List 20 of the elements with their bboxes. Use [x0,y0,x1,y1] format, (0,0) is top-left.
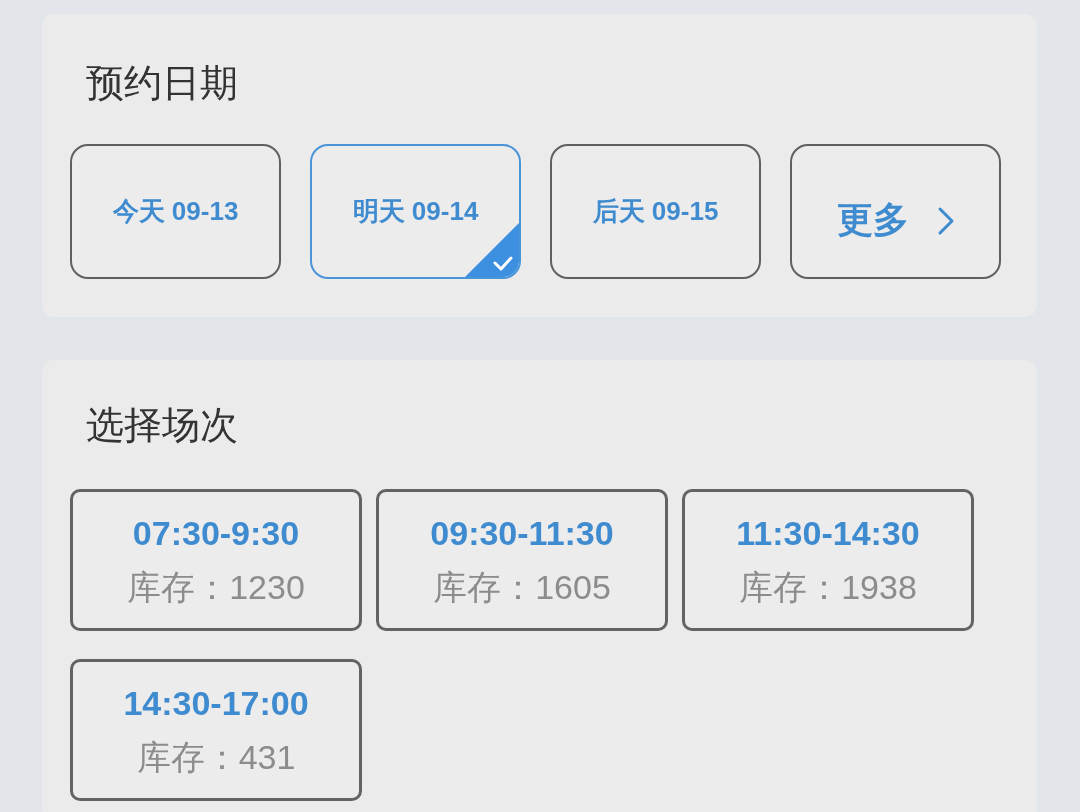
date-option[interactable]: 今天 09-13 [70,144,281,279]
session-time: 07:30-9:30 [132,513,300,553]
session-time: 11:30-14:30 [736,513,920,553]
check-icon [465,223,519,277]
stock-count: 库存：1605 [433,567,611,607]
session-time: 09:30-11:30 [430,513,614,553]
date-option[interactable]: 明天 09-14 [310,144,521,279]
session-option[interactable]: 11:30-14:30 库存：1938 [682,489,974,631]
stock-count: 库存：431 [136,737,296,777]
chevron-right-icon [936,205,955,236]
date-option[interactable]: 后天 09-15 [550,144,761,279]
more-dates-button[interactable]: 更多 [790,144,1001,279]
session-option[interactable]: 14:30-17:00 库存：431 [70,659,362,801]
session-option[interactable]: 09:30-11:30 库存：1605 [376,489,668,631]
session-option[interactable]: 07:30-9:30 库存：1230 [70,489,362,631]
stock-count: 库存：1938 [739,567,917,607]
stock-count: 库存：1230 [127,567,305,607]
session-time: 14:30-17:00 [123,683,309,723]
section-title: 选择场次 [86,403,238,448]
section-title: 预约日期 [86,61,238,106]
